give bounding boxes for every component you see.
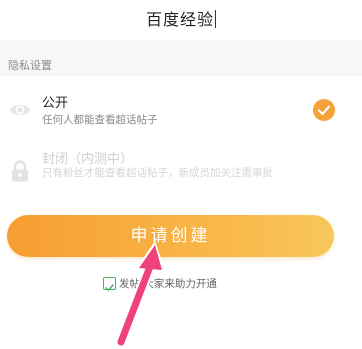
- lock-icon: [12, 160, 28, 182]
- privacy-option-public[interactable]: 公开 任何人都能查看超话帖子: [0, 86, 362, 132]
- community-name-field[interactable]: 百度经验: [0, 0, 362, 40]
- privacy-option-public-title: 公开: [42, 96, 69, 111]
- privacy-section-header: [0, 40, 362, 76]
- community-name-value: 百度经验: [145, 10, 214, 29]
- privacy-option-closed-description: 只有粉丝才能查看超话帖子，新成员加关注需审批: [42, 167, 273, 179]
- checkbox-check-icon: [105, 284, 114, 291]
- checkmark-icon: [318, 105, 330, 115]
- privacy-option-closed-title: 封闭（内测中）: [42, 152, 134, 167]
- privacy-section-title: 隐私设置: [8, 59, 52, 72]
- selected-check-icon[interactable]: [313, 99, 335, 121]
- privacy-option-public-description: 任何人都能查看超话帖子: [42, 114, 158, 126]
- apply-create-button[interactable]: 申请创建: [7, 215, 334, 257]
- privacy-option-closed[interactable]: 封闭（内测中） 只有粉丝才能查看超话帖子，新成员加关注需审批: [0, 142, 362, 200]
- agreement-checkbox[interactable]: [103, 277, 116, 291]
- agreement-text: 发帖 大家来助力开通: [119, 278, 217, 290]
- text-cursor: [215, 10, 216, 28]
- eye-icon: [9, 105, 31, 115]
